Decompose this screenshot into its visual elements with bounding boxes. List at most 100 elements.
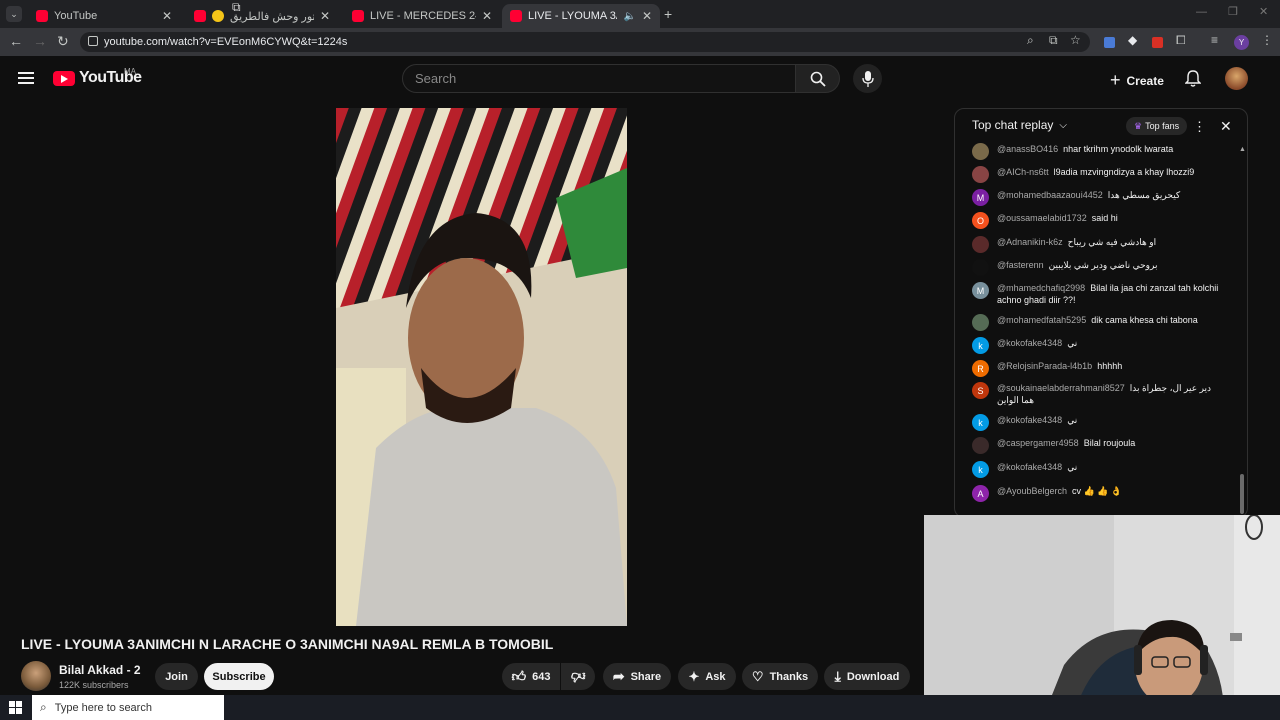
chat-scrollbar[interactable] <box>1240 474 1244 514</box>
subscribe-button[interactable]: Subscribe <box>204 663 274 690</box>
bookmark-star-icon[interactable]: ☆ <box>1070 33 1081 47</box>
download-icon: ⤓ <box>834 668 841 684</box>
ask-button[interactable]: ✦ Ask <box>678 663 736 690</box>
windows-start-icon[interactable] <box>9 701 22 714</box>
channel-avatar[interactable] <box>21 661 51 691</box>
dislike-button[interactable]: 👍︎ <box>561 663 595 690</box>
chat-username[interactable]: @AICh-ns6tt <box>997 167 1049 177</box>
back-icon[interactable]: ← <box>9 33 23 49</box>
chat-message: k @kokofake4348 ني <box>972 414 1222 431</box>
tab-search-button[interactable]: ⌄ <box>6 6 22 22</box>
forward-icon[interactable]: → <box>33 33 47 49</box>
close-tab-icon[interactable]: ✕ <box>320 9 330 23</box>
chat-message-body: @fasterenn بروحي ناضي ودير شي بلايبين <box>997 259 1157 276</box>
top-fans-button[interactable]: ♛ Top fans <box>1126 117 1188 135</box>
chat-username[interactable]: @RelojsinParada-l4b1b <box>997 361 1092 371</box>
browser-tab[interactable]: LIVE - MERCEDES 240 KHADAM ✕ <box>344 4 500 28</box>
site-info-icon[interactable] <box>88 36 98 46</box>
chat-mode-dropdown[interactable]: Top chat replay ⌵ <box>972 118 1067 132</box>
chat-username[interactable]: @mhamedchafiq2998 <box>997 283 1085 293</box>
reading-list-icon[interactable]: ≡ <box>1211 33 1218 47</box>
voice-search-button[interactable] <box>853 64 882 93</box>
chat-user-avatar[interactable] <box>972 143 989 160</box>
speaker-icon[interactable]: 🔈 <box>623 11 635 22</box>
chat-message-text: Bilal roujoula <box>1083 438 1136 448</box>
chat-more-icon[interactable]: ⋮ <box>1193 119 1206 135</box>
task-view-icon[interactable]: ⧉ <box>232 0 241 15</box>
reload-icon[interactable]: ↻ <box>57 33 69 50</box>
extension-diamond-icon[interactable]: ◆ <box>1128 33 1137 47</box>
zoom-icon[interactable]: ⌕ <box>1027 33 1034 48</box>
chat-user-avatar[interactable]: O <box>972 212 989 229</box>
url-text: youtube.com/watch?v=EVEonM6CYWQ&t=1224s <box>104 36 348 48</box>
chat-username[interactable]: @kokofake4348 <box>997 338 1062 348</box>
chat-username[interactable]: @kokofake4348 <box>997 462 1062 472</box>
browser-tab[interactable]: YouTube ✕ <box>28 4 180 28</box>
video-player[interactable] <box>336 108 627 626</box>
download-button[interactable]: ⤓ Download <box>824 663 910 690</box>
taskbar-search-input[interactable]: ⌕ Type here to search <box>32 695 224 720</box>
chat-username[interactable]: @oussamaelabid1732 <box>997 213 1087 223</box>
scroll-up-icon[interactable]: ▲ <box>1239 146 1246 153</box>
chat-user-avatar[interactable]: k <box>972 461 989 478</box>
chat-message: @anassBO416 nhar tkrihm ynodolk lwarata <box>972 143 1222 160</box>
search-input[interactable]: Search <box>402 64 796 93</box>
chat-username[interactable]: @kokofake4348 <box>997 415 1062 425</box>
chat-user-avatar[interactable]: M <box>972 189 989 206</box>
create-button[interactable]: + Create <box>1110 70 1164 91</box>
chat-user-avatar[interactable]: k <box>972 337 989 354</box>
chat-username[interactable]: @AyoubBelgerch <box>997 486 1067 496</box>
search-icon <box>810 71 826 87</box>
chat-message: R @RelojsinParada-l4b1b hhhhh <box>972 360 1222 377</box>
chat-user-avatar[interactable]: k <box>972 414 989 431</box>
chat-username[interactable]: @caspergamer4958 <box>997 438 1079 448</box>
extension-red-icon[interactable] <box>1152 37 1163 48</box>
minimize-window-icon[interactable]: — <box>1196 6 1207 18</box>
close-tab-icon[interactable]: ✕ <box>162 9 172 23</box>
chat-user-avatar[interactable] <box>972 166 989 183</box>
restore-window-icon[interactable]: ❐ <box>1228 5 1238 18</box>
profile-avatar[interactable]: Y <box>1234 35 1249 50</box>
join-button[interactable]: Join <box>155 663 198 690</box>
chat-user-avatar[interactable] <box>972 437 989 454</box>
chat-message: @Adnanikin-k6z او هادشي فيه شي ريباح <box>972 236 1222 253</box>
install-app-icon[interactable]: ⧉ <box>1049 33 1058 48</box>
chat-username[interactable]: @mohamedfatah5295 <box>997 315 1086 325</box>
address-bar[interactable]: youtube.com/watch?v=EVEonM6CYWQ&t=1224s <box>80 32 1090 52</box>
chat-message-body: @mhamedchafiq2998 Bilal ila jaa chi zanza… <box>997 282 1222 306</box>
close-tab-icon[interactable]: ✕ <box>642 9 652 23</box>
chat-message-body: @kokofake4348 ني <box>997 337 1077 354</box>
chat-user-avatar[interactable] <box>972 236 989 253</box>
microphone-icon <box>861 70 874 87</box>
search-button[interactable] <box>795 64 840 93</box>
chat-username[interactable]: @anassBO416 <box>997 144 1058 154</box>
chat-user-avatar[interactable] <box>972 314 989 331</box>
notifications-bell-icon[interactable] <box>1185 70 1201 88</box>
chat-user-avatar[interactable]: A <box>972 485 989 502</box>
browser-tab-active[interactable]: LIVE - LYOUMA 3ANIMCHI N 🔈 ✕ <box>502 4 660 28</box>
share-button[interactable]: ➦ Share <box>603 663 671 690</box>
extensions-puzzle-icon[interactable]: ⧠ <box>1176 33 1186 48</box>
sparkle-icon: ✦ <box>688 668 700 684</box>
thanks-button[interactable]: ♡ Thanks <box>742 663 818 690</box>
account-avatar[interactable] <box>1225 67 1248 90</box>
like-button[interactable]: 👍︎ 643 <box>502 663 560 690</box>
translate-extension-icon[interactable] <box>1104 37 1115 48</box>
browser-tab[interactable]: هاد التريبتور وحش فالطريق ✕ <box>186 4 338 28</box>
chat-user-avatar[interactable] <box>972 259 989 276</box>
emoji-favicon-icon <box>212 10 224 22</box>
chat-username[interactable]: @Adnanikin-k6z <box>997 237 1063 247</box>
close-window-icon[interactable]: ✕ <box>1259 5 1268 18</box>
browser-menu-icon[interactable]: ⋮ <box>1261 33 1273 47</box>
chat-username[interactable]: @soukainaelabderrahmani8527 <box>997 383 1125 393</box>
hamburger-menu-icon[interactable] <box>18 71 34 85</box>
channel-name[interactable]: Bilal Akkad - 2 <box>59 663 141 677</box>
close-tab-icon[interactable]: ✕ <box>482 9 492 23</box>
chat-user-avatar[interactable]: S <box>972 382 989 399</box>
new-tab-icon[interactable]: + <box>664 6 672 22</box>
chat-user-avatar[interactable]: R <box>972 360 989 377</box>
close-chat-icon[interactable]: ✕ <box>1220 118 1232 135</box>
chat-user-avatar[interactable]: M <box>972 282 989 299</box>
chat-username[interactable]: @fasterenn <box>997 260 1044 270</box>
chat-username[interactable]: @mohamedbaazaoui4452 <box>997 190 1103 200</box>
